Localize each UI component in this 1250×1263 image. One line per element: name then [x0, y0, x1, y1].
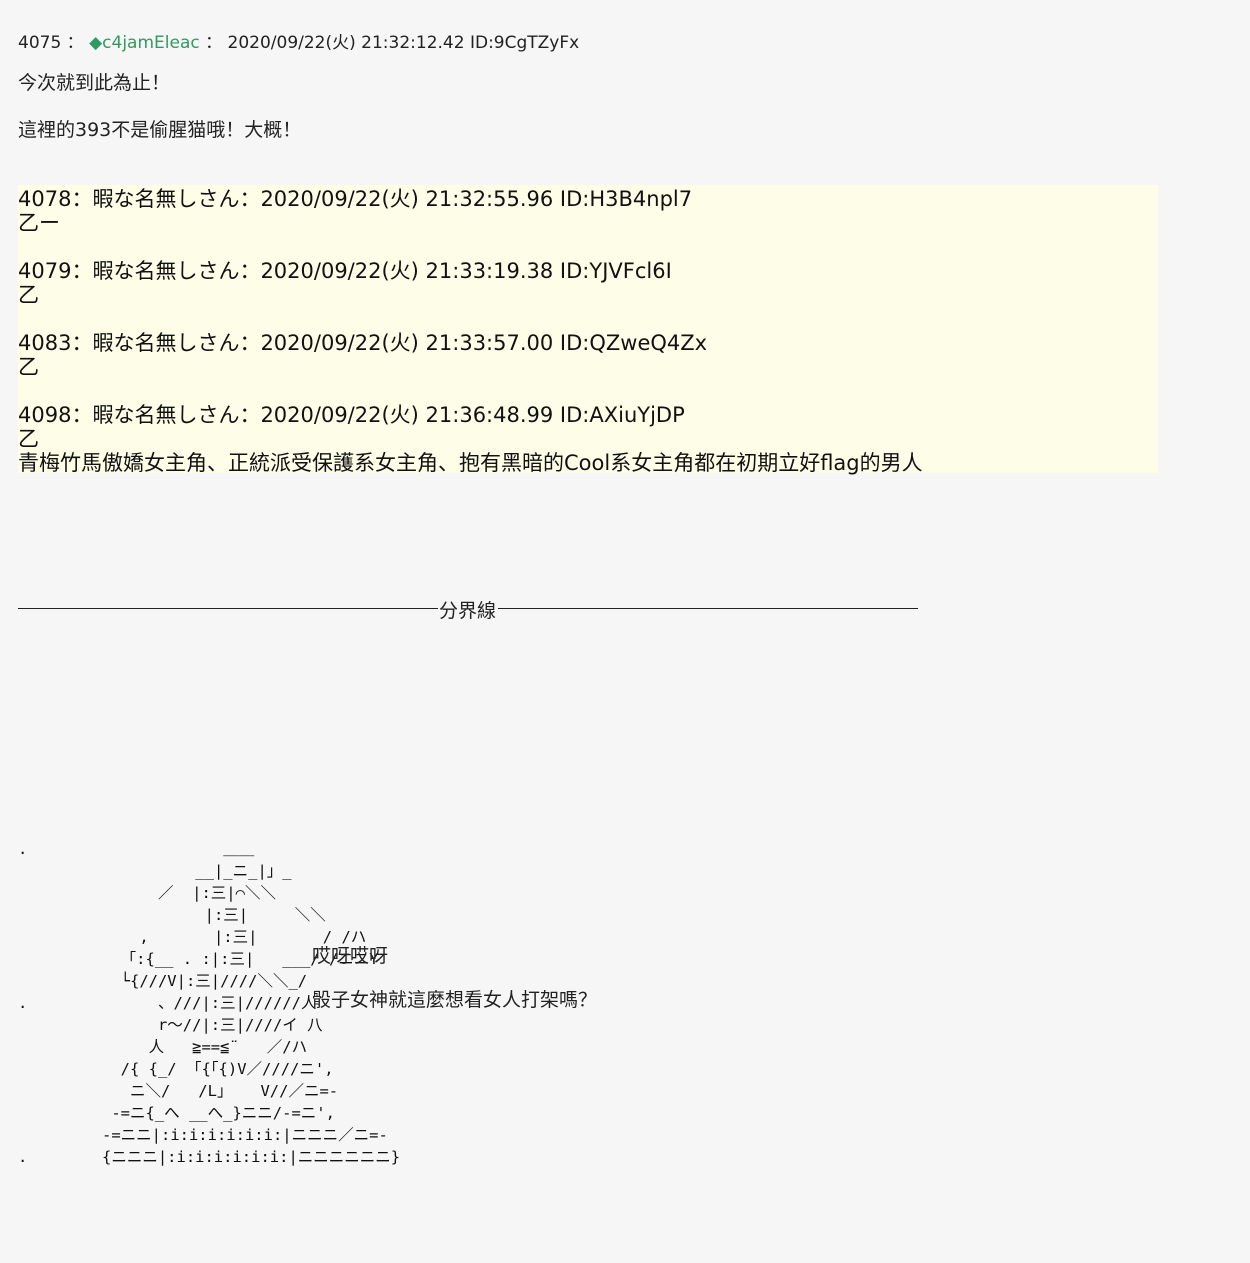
author-trip[interactable]: ◆c4jamEleac [89, 33, 200, 53]
speech-line: 骰子女神就這麼想看女人打架嗎？ [312, 989, 598, 1011]
reply-header: 4083：暇な名無しさん：2020/09/22(火) 21:33:57.00 I… [18, 331, 708, 355]
speech-line: 哎呀哎呀 [312, 945, 389, 967]
reply-header: 4098：暇な名無しさん：2020/09/22(火) 21:36:48.99 I… [18, 403, 685, 427]
post-text-line: 這裡的393不是偷腥猫哦！大概！ [18, 119, 302, 141]
reply-header: 4078：暇な名無しさん：2020/09/22(火) 21:32:55.96 I… [18, 187, 693, 211]
post-number: 4075 [18, 33, 62, 53]
section-divider: 分界線 [18, 596, 918, 622]
separator: ： [205, 33, 223, 53]
reply-body: 乙ー [18, 211, 60, 235]
post-id: ID:9CgTZyFx [469, 33, 580, 53]
post-datetime: 2020/09/22(火) 21:32:12.42 [227, 33, 465, 53]
reply-header: 4079：暇な名無しさん：2020/09/22(火) 21:33:19.38 I… [18, 259, 672, 283]
reply-body: 乙 [18, 283, 39, 307]
post-text-line: 今次就到此為止！ [18, 72, 171, 94]
reply-body: 青梅竹馬傲嬌女主角、正統派受保護系女主角、抱有黑暗的Cool系女主角都在初期立好… [18, 451, 923, 475]
divider-label: 分界線 [439, 600, 497, 622]
post-header: 4075 ： ◆c4jamEleac ： 2020/09/22(火) 21:32… [18, 28, 579, 53]
divider-rule-right [498, 608, 918, 609]
reply-body: 乙 [18, 355, 39, 379]
divider-rule-left [18, 608, 438, 609]
separator: ： [66, 33, 84, 53]
